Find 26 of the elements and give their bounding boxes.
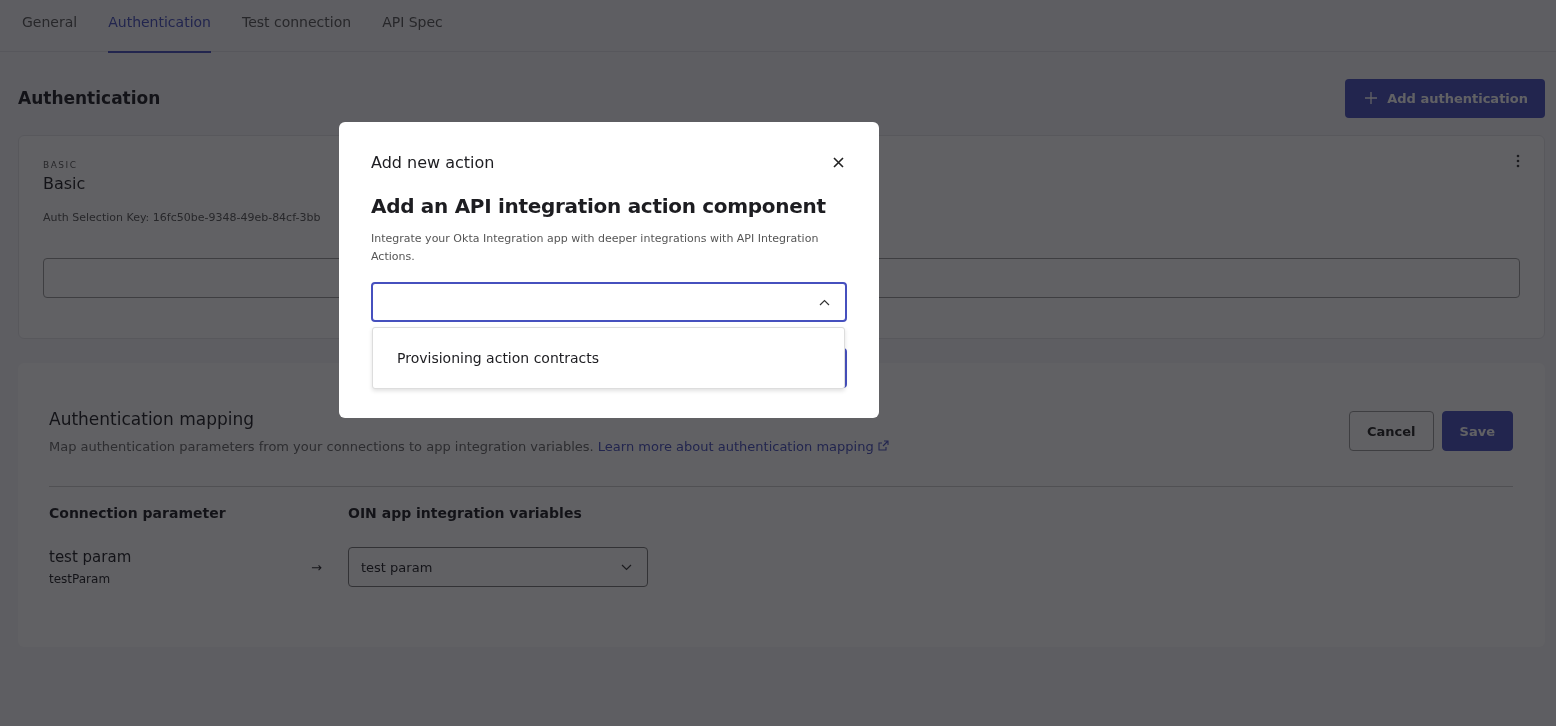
chevron-icon [819, 298, 830, 306]
auth-type-label: BASIC [43, 160, 79, 170]
tab[interactable]: Test connection [241, 0, 352, 51]
learn-more-link[interactable]: Learn more about authentication mapping [597, 439, 889, 454]
dialog-description: Integrate your Okta Integration app with deeper integrations with API Integration Actions. [371, 231, 820, 265]
mapping-title: Authentication mapping [49, 409, 256, 429]
tab[interactable]: Authentication [108, 0, 211, 53]
parameter-name: test param [49, 548, 133, 566]
tab[interactable]: General [22, 0, 78, 51]
more-options-icon[interactable] [1516, 154, 1520, 168]
external-link-icon [877, 440, 889, 451]
action-select[interactable] [371, 282, 847, 322]
section-title: Authentication [18, 88, 161, 108]
variable-select[interactable]: test param [348, 547, 648, 587]
auth-title: Basic [43, 174, 86, 193]
column-header: OIN app integration variables [348, 505, 583, 521]
dropdown-option[interactable]: Provisioning action contracts [373, 341, 844, 375]
close-icon[interactable] [833, 157, 844, 168]
dialog-title: Add new action [371, 153, 495, 172]
arrow: → [311, 559, 323, 575]
cancel-button[interactable]: Cancel [1349, 411, 1434, 451]
parameter-key: testParam [49, 572, 311, 586]
chevron-down-icon [621, 563, 632, 571]
plus-icon [1365, 92, 1378, 104]
column-header: Connection parameter [49, 505, 227, 521]
tab[interactable]: API Spec [382, 0, 443, 51]
